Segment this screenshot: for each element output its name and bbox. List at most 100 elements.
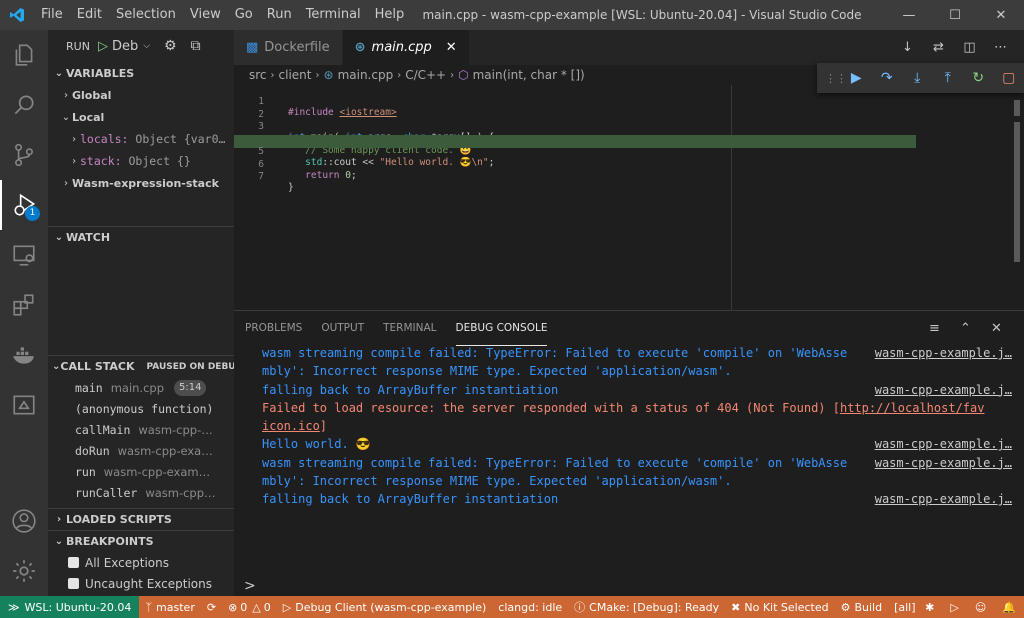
menu-edit[interactable]: Edit bbox=[70, 0, 109, 30]
console-text: ] bbox=[319, 419, 328, 434]
breadcrumb-client[interactable]: client bbox=[279, 68, 312, 82]
breakpoints-header[interactable]: ⌄ BREAKPOINTS bbox=[48, 530, 234, 552]
breadcrumb-file[interactable]: main.cpp bbox=[338, 68, 394, 82]
console-source-link[interactable]: wasm-cpp-example.j… bbox=[868, 490, 1012, 509]
clangd-status[interactable]: clangd: idle bbox=[492, 596, 568, 618]
debug-sidebar: RUN ▷ Deb ⌵ ⚙ ⧉ ⌄ VARIABLES › Global ⌄ L… bbox=[48, 30, 234, 596]
notifications-icon[interactable]: 🔔 bbox=[994, 601, 1024, 614]
drag-handle-icon[interactable]: ⋮⋮ bbox=[825, 72, 847, 85]
call-stack-frame[interactable]: (anonymous function) bbox=[48, 398, 234, 419]
gear-icon[interactable] bbox=[0, 546, 48, 596]
call-stack-frame[interactable]: doRun wasm-cpp-exa… bbox=[48, 440, 234, 461]
docker-icon[interactable] bbox=[0, 330, 48, 380]
tab-main-cpp[interactable]: ⊛ main.cpp ✕ bbox=[342, 30, 470, 65]
console-source-link[interactable]: wasm-cpp-example.j… bbox=[868, 380, 1012, 399]
call-stack-frame[interactable]: runCaller wasm-cpp… bbox=[48, 482, 234, 503]
call-stack-header[interactable]: ⌄ CALL STACK PAUSED ON DEBUGGE bbox=[48, 355, 234, 377]
debug-session[interactable]: ▷ Debug Client (wasm-cpp-example) bbox=[277, 596, 493, 618]
run-debug-icon[interactable]: 1 bbox=[0, 180, 48, 230]
open-terminal-icon[interactable]: ⧉ bbox=[191, 38, 201, 54]
explorer-icon[interactable] bbox=[0, 30, 48, 80]
breakpoint-all-exceptions[interactable]: All Exceptions bbox=[48, 552, 234, 573]
call-stack-frame[interactable]: run wasm-cpp-exam… bbox=[48, 461, 234, 482]
run-play-icon[interactable]: ▷ bbox=[942, 601, 966, 614]
compare-icon[interactable]: ⇄ bbox=[923, 40, 954, 55]
menu-selection[interactable]: Selection bbox=[109, 0, 183, 30]
console-link[interactable]: http://localhost/fav bbox=[840, 401, 985, 415]
breadcrumb-language[interactable]: C/C++ bbox=[405, 68, 446, 82]
breakpoint-uncaught-exceptions[interactable]: Uncaught Exceptions bbox=[48, 573, 234, 594]
console-link[interactable]: icon.ico bbox=[262, 419, 320, 433]
continue-icon[interactable]: ▶ bbox=[841, 70, 872, 86]
stop-icon[interactable]: ▢ bbox=[994, 70, 1024, 86]
menu-bar: File Edit Selection View Go Run Terminal… bbox=[34, 0, 411, 30]
debug-config-select[interactable]: Deb ⌵ bbox=[108, 39, 150, 54]
step-over-icon[interactable]: ↷ bbox=[872, 70, 903, 86]
info-icon: ⓘ bbox=[574, 601, 586, 614]
tab-debug-console[interactable]: DEBUG CONSOLE bbox=[455, 311, 548, 346]
variables-local[interactable]: ⌄ Local bbox=[48, 106, 234, 128]
breadcrumb-src[interactable]: src bbox=[249, 68, 267, 82]
console-source-link[interactable]: wasm-cpp-example.j… bbox=[868, 344, 1012, 363]
console-prompt[interactable]: > bbox=[244, 578, 256, 594]
tab-output[interactable]: OUTPUT bbox=[321, 311, 364, 346]
loaded-scripts-header[interactable]: › LOADED SCRIPTS bbox=[48, 508, 234, 530]
close-icon[interactable]: ✕ bbox=[446, 40, 457, 55]
call-stack-frame[interactable]: callMain wasm-cpp-… bbox=[48, 419, 234, 440]
maximize-icon[interactable]: ☐ bbox=[932, 0, 978, 30]
restart-icon[interactable]: ↻ bbox=[963, 70, 994, 86]
breadcrumb-symbol[interactable]: main(int, char * []) bbox=[473, 68, 585, 82]
clear-console-icon[interactable]: ≡ bbox=[919, 321, 950, 336]
cmake-status[interactable]: ⓘ CMake: [Debug]: Ready bbox=[568, 596, 725, 618]
debug-badge: 1 bbox=[25, 206, 40, 221]
variable-locals[interactable]: › locals: Object {var0… bbox=[48, 128, 234, 150]
source-control-icon[interactable] bbox=[0, 130, 48, 180]
more-actions-icon[interactable]: ⋯ bbox=[985, 40, 1016, 55]
variable-stack[interactable]: › stack: Object {} bbox=[48, 150, 234, 172]
menu-run[interactable]: Run bbox=[260, 0, 299, 30]
variables-wasm-stack[interactable]: › Wasm-expression-stack bbox=[48, 172, 234, 194]
minimize-icon[interactable]: — bbox=[886, 0, 932, 30]
remote-indicator[interactable]: ≫ WSL: Ubuntu-20.04 bbox=[0, 596, 140, 618]
close-window-icon[interactable]: ✕ bbox=[978, 0, 1024, 30]
extensions-icon[interactable] bbox=[0, 280, 48, 330]
call-stack-frame[interactable]: main main.cpp 5:14 bbox=[48, 377, 234, 398]
menu-file[interactable]: File bbox=[34, 0, 70, 30]
menu-terminal[interactable]: Terminal bbox=[299, 0, 368, 30]
remote-explorer-icon[interactable] bbox=[0, 230, 48, 280]
console-source-link[interactable]: wasm-cpp-example.j… bbox=[868, 435, 1012, 454]
variables-header[interactable]: ⌄ VARIABLES bbox=[48, 62, 234, 84]
start-debugging-icon[interactable]: ▷ bbox=[98, 39, 108, 54]
editor-scrollbar[interactable] bbox=[1014, 100, 1022, 310]
menu-go[interactable]: Go bbox=[228, 0, 260, 30]
open-changes-icon[interactable]: ↓ bbox=[892, 40, 923, 55]
feedback-icon[interactable]: ☺ bbox=[967, 601, 994, 614]
code-line: 4 // Some happy client code. 😀 bbox=[258, 134, 472, 156]
preview-icon[interactable] bbox=[0, 380, 48, 430]
debug-bug-icon[interactable]: ✱ bbox=[917, 601, 942, 614]
console-source-link[interactable]: wasm-cpp-example.j… bbox=[868, 453, 1012, 473]
sync-icon[interactable]: ⟳ bbox=[201, 596, 222, 618]
accounts-icon[interactable] bbox=[0, 496, 48, 546]
maximize-panel-icon[interactable]: ⌃ bbox=[950, 321, 981, 336]
search-icon[interactable] bbox=[0, 80, 48, 130]
tab-dockerfile[interactable]: ▩ Dockerfile bbox=[234, 30, 343, 65]
gear-icon[interactable]: ⚙ bbox=[164, 38, 177, 54]
checkbox[interactable] bbox=[68, 557, 79, 568]
split-editor-icon[interactable]: ◫ bbox=[954, 40, 985, 55]
close-panel-icon[interactable]: ✕ bbox=[981, 321, 1012, 336]
step-out-icon[interactable]: ⤒ bbox=[933, 70, 964, 86]
build-button[interactable]: ⚙ Build bbox=[835, 596, 889, 618]
code-editor[interactable]: ▷ 1 #include <iostream> 2 3 int main( in… bbox=[234, 85, 1024, 310]
watch-header[interactable]: ⌄ WATCH bbox=[48, 226, 234, 248]
tab-problems[interactable]: PROBLEMS bbox=[245, 311, 302, 346]
problems-indicator[interactable]: ⊗ 0 △ 0 bbox=[222, 596, 277, 618]
menu-help[interactable]: Help bbox=[368, 0, 412, 30]
git-branch[interactable]: ᛉ master bbox=[139, 596, 200, 618]
menu-view[interactable]: View bbox=[183, 0, 228, 30]
variables-global[interactable]: › Global bbox=[48, 84, 234, 106]
tab-terminal[interactable]: TERMINAL bbox=[383, 311, 436, 346]
step-into-icon[interactable]: ⤓ bbox=[902, 70, 933, 86]
checkbox[interactable] bbox=[68, 578, 79, 589]
cmake-kit[interactable]: ✖ No Kit Selected bbox=[725, 596, 834, 618]
